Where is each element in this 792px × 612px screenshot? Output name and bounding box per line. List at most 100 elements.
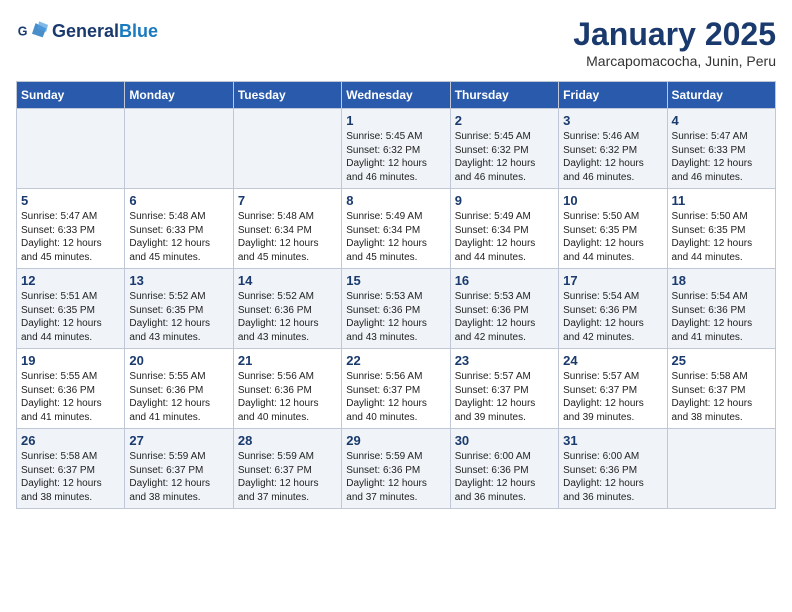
day-number: 6 (129, 193, 228, 208)
calendar-cell: 22 Sunrise: 5:56 AM Sunset: 6:37 PM Dayli… (342, 349, 450, 429)
day-info: Sunrise: 5:50 AM Sunset: 6:35 PM Dayligh… (672, 210, 771, 264)
day-number: 24 (563, 353, 662, 368)
calendar-cell: 19 Sunrise: 5:55 AM Sunset: 6:36 PM Dayli… (17, 349, 125, 429)
title-block: January 2025 Marcapomacocha, Junin, Peru (573, 16, 776, 69)
calendar-cell: 13 Sunrise: 5:52 AM Sunset: 6:35 PM Dayli… (125, 269, 233, 349)
calendar-cell: 14 Sunrise: 5:52 AM Sunset: 6:36 PM Dayli… (233, 269, 341, 349)
calendar-cell: 4 Sunrise: 5:47 AM Sunset: 6:33 PM Daylig… (667, 109, 775, 189)
day-number: 4 (672, 113, 771, 128)
day-number: 27 (129, 433, 228, 448)
calendar-cell: 8Sunrise: 5:49 AM Sunset: 6:34 PM Daylig… (342, 189, 450, 269)
month-title: January 2025 (573, 16, 776, 53)
day-info: Sunrise: 5:57 AM Sunset: 6:37 PM Dayligh… (455, 370, 554, 424)
calendar-cell: 2Sunrise: 5:45 AM Sunset: 6:32 PM Daylig… (450, 109, 558, 189)
day-info: Sunrise: 5:45 AM Sunset: 6:32 PM Dayligh… (455, 130, 554, 184)
day-info: Sunrise: 5:59 AM Sunset: 6:37 PM Dayligh… (129, 450, 228, 504)
logo-icon: G (16, 16, 48, 48)
day-number: 13 (129, 273, 228, 288)
day-number: 22 (346, 353, 445, 368)
day-number: 18 (672, 273, 771, 288)
day-number: 30 (455, 433, 554, 448)
day-number: 7 (238, 193, 337, 208)
calendar-cell: 28 Sunrise: 5:59 AM Sunset: 6:37 PM Dayli… (233, 429, 341, 509)
day-number: 9 (455, 193, 554, 208)
day-number: 21 (238, 353, 337, 368)
calendar-cell: 18 Sunrise: 5:54 AM Sunset: 6:36 PM Dayli… (667, 269, 775, 349)
weekday-saturday: Saturday (667, 82, 775, 109)
day-number: 1 (346, 113, 445, 128)
day-number: 26 (21, 433, 120, 448)
day-number: 12 (21, 273, 120, 288)
day-info: Sunrise: 5:51 AM Sunset: 6:35 PM Dayligh… (21, 290, 120, 344)
calendar-cell: 30 Sunrise: 6:00 AM Sunset: 6:36 PM Dayli… (450, 429, 558, 509)
calendar-cell: 21 Sunrise: 5:56 AM Sunset: 6:36 PM Dayli… (233, 349, 341, 429)
calendar-cell: 24 Sunrise: 5:57 AM Sunset: 6:37 PM Dayli… (559, 349, 667, 429)
day-number: 25 (672, 353, 771, 368)
calendar-cell (125, 109, 233, 189)
day-info: Sunrise: 6:00 AM Sunset: 6:36 PM Dayligh… (563, 450, 662, 504)
day-number: 28 (238, 433, 337, 448)
calendar-cell (667, 429, 775, 509)
weekday-tuesday: Tuesday (233, 82, 341, 109)
day-info: Sunrise: 5:58 AM Sunset: 6:37 PM Dayligh… (672, 370, 771, 424)
calendar-cell: 29 Sunrise: 5:59 AM Sunset: 6:36 PM Dayli… (342, 429, 450, 509)
day-number: 11 (672, 193, 771, 208)
weekday-header-row: SundayMondayTuesdayWednesdayThursdayFrid… (17, 82, 776, 109)
day-number: 5 (21, 193, 120, 208)
day-info: Sunrise: 5:59 AM Sunset: 6:37 PM Dayligh… (238, 450, 337, 504)
day-info: Sunrise: 5:57 AM Sunset: 6:37 PM Dayligh… (563, 370, 662, 424)
day-info: Sunrise: 5:59 AM Sunset: 6:36 PM Dayligh… (346, 450, 445, 504)
calendar-cell: 23Sunrise: 5:57 AM Sunset: 6:37 PM Dayli… (450, 349, 558, 429)
day-number: 29 (346, 433, 445, 448)
day-info: Sunrise: 5:54 AM Sunset: 6:36 PM Dayligh… (672, 290, 771, 344)
calendar-cell: 1 Sunrise: 5:45 AM Sunset: 6:32 PM Daylig… (342, 109, 450, 189)
day-number: 20 (129, 353, 228, 368)
calendar-cell: 7 Sunrise: 5:48 AM Sunset: 6:34 PM Daylig… (233, 189, 341, 269)
calendar-cell (233, 109, 341, 189)
calendar-cell: 27 Sunrise: 5:59 AM Sunset: 6:37 PM Dayli… (125, 429, 233, 509)
day-info: Sunrise: 6:00 AM Sunset: 6:36 PM Dayligh… (455, 450, 554, 504)
day-number: 3 (563, 113, 662, 128)
calendar-week-3: 12 Sunrise: 5:51 AM Sunset: 6:35 PM Dayli… (17, 269, 776, 349)
day-info: Sunrise: 5:47 AM Sunset: 6:33 PM Dayligh… (21, 210, 120, 264)
day-info: Sunrise: 5:50 AM Sunset: 6:35 PM Dayligh… (563, 210, 662, 264)
day-number: 8 (346, 193, 445, 208)
logo-line1: GeneralBlue (52, 21, 158, 43)
calendar-week-4: 19 Sunrise: 5:55 AM Sunset: 6:36 PM Dayli… (17, 349, 776, 429)
calendar-cell: 15Sunrise: 5:53 AM Sunset: 6:36 PM Dayli… (342, 269, 450, 349)
day-info: Sunrise: 5:55 AM Sunset: 6:36 PM Dayligh… (21, 370, 120, 424)
calendar-cell: 10 Sunrise: 5:50 AM Sunset: 6:35 PM Dayli… (559, 189, 667, 269)
day-info: Sunrise: 5:48 AM Sunset: 6:34 PM Dayligh… (238, 210, 337, 264)
calendar-week-5: 26Sunrise: 5:58 AM Sunset: 6:37 PM Dayli… (17, 429, 776, 509)
day-info: Sunrise: 5:56 AM Sunset: 6:37 PM Dayligh… (346, 370, 445, 424)
day-info: Sunrise: 5:49 AM Sunset: 6:34 PM Dayligh… (455, 210, 554, 264)
page-header: G GeneralBlue January 2025 Marcapomacoch… (16, 16, 776, 69)
day-info: Sunrise: 5:53 AM Sunset: 6:36 PM Dayligh… (346, 290, 445, 344)
day-info: Sunrise: 5:48 AM Sunset: 6:33 PM Dayligh… (129, 210, 228, 264)
weekday-friday: Friday (559, 82, 667, 109)
calendar-cell (17, 109, 125, 189)
day-info: Sunrise: 5:53 AM Sunset: 6:36 PM Dayligh… (455, 290, 554, 344)
calendar-cell: 17 Sunrise: 5:54 AM Sunset: 6:36 PM Dayli… (559, 269, 667, 349)
day-info: Sunrise: 5:47 AM Sunset: 6:33 PM Dayligh… (672, 130, 771, 184)
weekday-wednesday: Wednesday (342, 82, 450, 109)
location-subtitle: Marcapomacocha, Junin, Peru (573, 53, 776, 69)
day-number: 14 (238, 273, 337, 288)
day-info: Sunrise: 5:52 AM Sunset: 6:36 PM Dayligh… (238, 290, 337, 344)
weekday-monday: Monday (125, 82, 233, 109)
day-info: Sunrise: 5:55 AM Sunset: 6:36 PM Dayligh… (129, 370, 228, 424)
calendar-cell: 26Sunrise: 5:58 AM Sunset: 6:37 PM Dayli… (17, 429, 125, 509)
day-number: 19 (21, 353, 120, 368)
calendar-cell: 5 Sunrise: 5:47 AM Sunset: 6:33 PM Daylig… (17, 189, 125, 269)
calendar-cell: 3 Sunrise: 5:46 AM Sunset: 6:32 PM Daylig… (559, 109, 667, 189)
day-info: Sunrise: 5:46 AM Sunset: 6:32 PM Dayligh… (563, 130, 662, 184)
day-number: 10 (563, 193, 662, 208)
day-info: Sunrise: 5:45 AM Sunset: 6:32 PM Dayligh… (346, 130, 445, 184)
day-info: Sunrise: 5:52 AM Sunset: 6:35 PM Dayligh… (129, 290, 228, 344)
day-info: Sunrise: 5:54 AM Sunset: 6:36 PM Dayligh… (563, 290, 662, 344)
day-info: Sunrise: 5:56 AM Sunset: 6:36 PM Dayligh… (238, 370, 337, 424)
day-number: 17 (563, 273, 662, 288)
calendar-header: SundayMondayTuesdayWednesdayThursdayFrid… (17, 82, 776, 109)
calendar-week-1: 1 Sunrise: 5:45 AM Sunset: 6:32 PM Daylig… (17, 109, 776, 189)
calendar-cell: 16Sunrise: 5:53 AM Sunset: 6:36 PM Dayli… (450, 269, 558, 349)
